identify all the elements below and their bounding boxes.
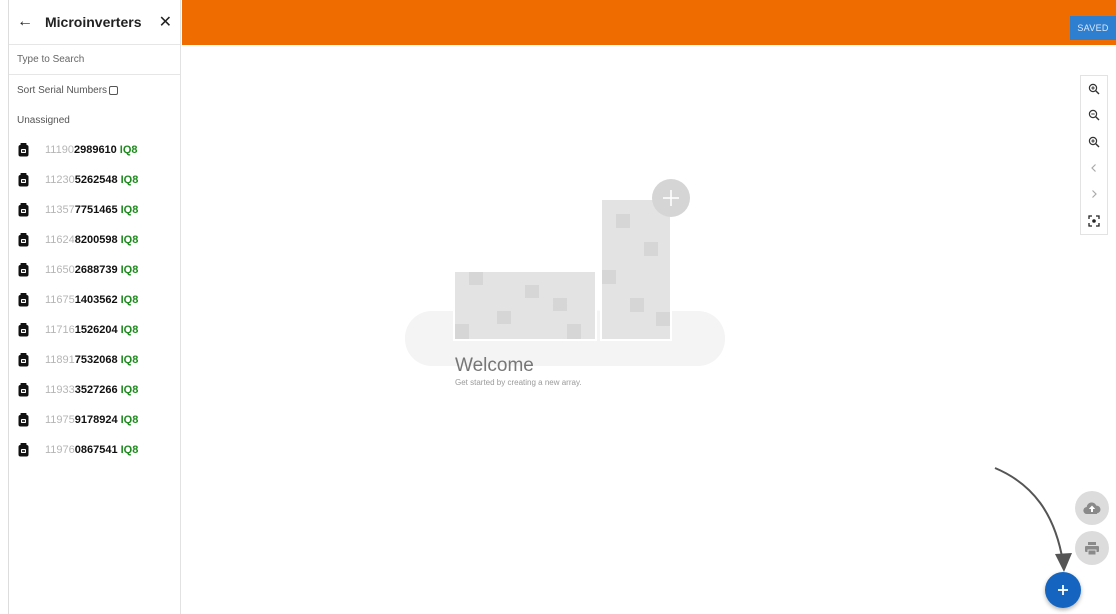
serial-prefix: 11357 [45,204,75,216]
solar-panel-vertical [600,198,672,341]
map-toolbar [1080,75,1108,235]
microinverter-icon [18,263,29,277]
microinverter-item[interactable]: 11891 7532068 IQ8 [9,345,180,375]
microinverter-item[interactable]: 11975 9178924 IQ8 [9,405,180,435]
serial-prefix: 11976 [45,444,75,456]
microinverter-item[interactable]: 11976 0867541 IQ8 [9,435,180,465]
center-focus-icon [1088,215,1100,227]
microinverter-item[interactable]: 11716 1526204 IQ8 [9,315,180,345]
microinverter-icon [18,203,29,217]
serial-number: 7751465 [74,204,118,216]
microinverter-list: 11190 2989610 IQ8 11230 5262548 IQ8 11357 77514… [9,135,180,465]
plus-icon [1058,585,1068,595]
serial-prefix: 11675 [45,294,75,306]
welcome-subtitle: Get started by creating a new array. [455,378,582,387]
center-focus-button[interactable] [1081,208,1107,234]
welcome-title: Welcome [455,355,534,376]
panel-header: ← Microinverters ✕ [9,0,180,45]
pan-left-button[interactable] [1081,155,1107,181]
search-field [9,45,180,75]
zoom-out-button[interactable] [1081,102,1107,128]
model-label: IQ8 [120,324,139,336]
microinverter-item[interactable]: 11230 5262548 IQ8 [9,165,180,195]
arrow-left-icon[interactable]: ← [17,13,37,31]
serial-prefix: 11190 [45,144,74,156]
serial-prefix: 11650 [45,264,75,276]
serial-number: 5262548 [74,174,118,186]
serial-number: 1526204 [74,324,118,336]
cloud-upload-icon [1083,502,1101,515]
print-button[interactable] [1075,531,1109,565]
sort-serial-toggle[interactable]: Sort Serial Numbers [9,75,180,105]
serial-number: 8200598 [74,234,118,246]
print-icon [1085,541,1099,555]
chevron-right-icon [1092,190,1097,199]
model-label: IQ8 [120,414,139,426]
add-array-button[interactable] [1045,572,1081,608]
microinverter-icon [18,323,29,337]
microinverter-item[interactable]: 11624 8200598 IQ8 [9,225,180,255]
microinverter-icon [18,353,29,367]
serial-number: 7532068 [74,354,118,366]
microinverter-item[interactable]: 11357 7751465 IQ8 [9,195,180,225]
model-label: IQ8 [120,444,139,456]
close-icon[interactable]: ✕ [158,12,172,32]
serial-prefix: 11230 [45,174,75,186]
pan-right-button[interactable] [1081,181,1107,207]
add-circle-icon [652,179,690,217]
microinverter-item[interactable]: 11675 1403562 IQ8 [9,285,180,315]
model-label: IQ8 [120,354,139,366]
microinverter-item[interactable]: 11190 2989610 IQ8 [9,135,180,165]
microinverter-item[interactable]: 11650 2688739 IQ8 [9,255,180,285]
serial-number: 9178924 [74,414,118,426]
serial-number: 1403562 [74,294,118,306]
serial-number: 0867541 [74,444,118,456]
serial-prefix: 11975 [45,414,75,426]
serial-number: 2989610 [73,144,117,156]
model-label: IQ8 [120,384,139,396]
search-input[interactable] [17,54,172,65]
microinverter-item[interactable]: 11933 3527266 IQ8 [9,375,180,405]
model-label: IQ8 [120,234,139,246]
solar-panel-horizontal [453,270,597,341]
model-label: IQ8 [120,174,139,186]
app-root: ← Microinverters ✕ Sort Serial Numbers U… [0,0,1116,614]
sort-serial-checkbox[interactable] [109,85,119,95]
microinverter-icon [18,233,29,247]
microinverter-icon [18,143,29,157]
zoom-in-button[interactable] [1081,76,1107,102]
saved-button[interactable]: SAVED [1070,16,1116,40]
microinverter-icon [18,443,29,457]
model-label: IQ8 [119,144,138,156]
upload-button[interactable] [1075,491,1109,525]
zoom-fit-button[interactable] [1081,129,1107,155]
microinverter-icon [18,173,29,187]
microinverter-icon [18,383,29,397]
model-label: IQ8 [120,264,139,276]
microinverter-icon [18,413,29,427]
panel-title: Microinverters [45,14,142,30]
welcome-illustration [405,179,725,366]
serial-prefix: 11933 [45,384,75,396]
arrow-hint-icon [994,467,1072,572]
microinverters-panel: ← Microinverters ✕ Sort Serial Numbers U… [8,0,181,614]
serial-prefix: 11891 [45,354,75,366]
model-label: IQ8 [120,204,139,216]
sort-serial-label: Sort Serial Numbers [17,84,108,96]
top-bar: SAVED [182,0,1116,45]
serial-number: 2688739 [74,264,118,276]
chevron-left-icon [1091,164,1096,173]
model-label: IQ8 [120,294,139,306]
serial-prefix: 11716 [45,324,75,336]
zoom-out-icon [1088,110,1100,121]
zoom-in-icon [1088,83,1100,95]
section-unassigned: Unassigned [17,114,70,126]
microinverter-icon [18,293,29,307]
serial-number: 3527266 [74,384,118,396]
zoom-fit-icon [1088,136,1100,148]
serial-prefix: 11624 [45,234,75,246]
